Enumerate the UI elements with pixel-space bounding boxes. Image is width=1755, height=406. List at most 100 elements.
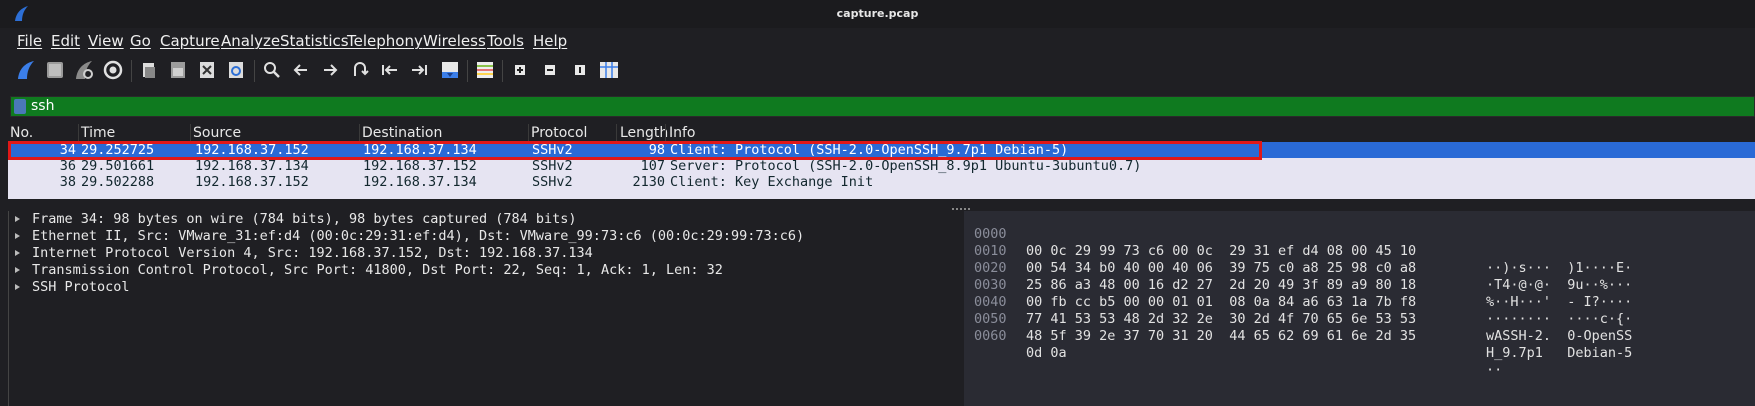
packet-protocol: SSHv2	[532, 142, 573, 158]
expand-arrow-icon[interactable]	[15, 284, 20, 290]
normal-size-icon[interactable]	[567, 57, 593, 83]
packet-info: Client: Key Exchange Init	[670, 174, 874, 190]
packet-destination: 192.168.37.134	[363, 142, 477, 158]
packet-time: 29.501661	[81, 158, 155, 174]
byte-hex[interactable]: 48 5f 39 2e 37 70 31 20 44 65 62 69 61 6…	[1026, 328, 1416, 345]
autoscroll-icon[interactable]	[437, 57, 463, 83]
menu-view[interactable]: View	[88, 32, 124, 50]
byte-row: 0030 00 fb cc b5 00 00 01 01 08 0a 84 a6…	[964, 260, 1632, 327]
zoom-in-icon[interactable]	[507, 57, 533, 83]
packet-row[interactable]: 36 29.501661 192.168.37.134 192.168.37.1…	[8, 158, 1755, 174]
menu-capture[interactable]: Capture	[160, 32, 220, 50]
stop-capture-icon[interactable]	[42, 57, 68, 83]
packet-no: 36	[59, 158, 76, 174]
byte-ascii[interactable]: ··	[1486, 362, 1502, 379]
byte-hex[interactable]: 0d 0a	[1026, 345, 1067, 362]
packet-source: 192.168.37.134	[195, 158, 309, 174]
byte-row: 0050 48 5f 39 2e 37 70 31 20 44 65 62 69…	[964, 294, 1632, 361]
pane-splitter[interactable]	[0, 199, 1755, 211]
expand-arrow-icon[interactable]	[15, 216, 20, 222]
column-no[interactable]: No.	[8, 125, 33, 142]
menu-telephony[interactable]: Telephony	[347, 32, 423, 50]
detail-item-ssh[interactable]: SSH Protocol	[9, 279, 130, 296]
packet-info: Server: Protocol (SSH-2.0-OpenSSH_8.9p1 …	[670, 158, 1142, 174]
packet-no: 34	[59, 142, 76, 158]
byte-hex[interactable]: 77 41 53 53 48 2d 32 2e 30 2d 4f 70 65 6…	[1026, 311, 1416, 328]
menu-edit[interactable]: Edit	[51, 32, 80, 50]
detail-item-ipv4[interactable]: Internet Protocol Version 4, Src: 192.16…	[9, 245, 593, 262]
menu-tools[interactable]: Tools	[487, 32, 524, 50]
zoom-out-icon[interactable]	[537, 57, 563, 83]
go-forward-icon[interactable]	[317, 57, 343, 83]
byte-hex[interactable]: 25 86 a3 48 00 16 d2 27 2d 20 49 3f 89 a…	[1026, 277, 1416, 294]
packet-time: 29.502288	[81, 174, 155, 190]
packet-length: 2130	[632, 174, 665, 190]
byte-hex[interactable]: 00 0c 29 99 73 c6 00 0c 29 31 ef d4 08 0…	[1026, 243, 1416, 260]
byte-hex[interactable]: 00 fb cc b5 00 00 01 01 08 0a 84 a6 63 1…	[1026, 294, 1416, 311]
detail-item-tcp[interactable]: Transmission Control Protocol, Src Port:…	[9, 262, 723, 279]
packet-length: 107	[640, 158, 665, 174]
packet-info: Client: Protocol (SSH-2.0-OpenSSH_9.7p1 …	[670, 142, 1069, 158]
bookmark-icon[interactable]	[14, 99, 26, 114]
byte-row: 0060 0d 0a ··	[964, 311, 1502, 378]
byte-ascii[interactable]: H_9.7p1 Debian-5	[1486, 345, 1632, 362]
packet-destination: 192.168.37.152	[363, 158, 477, 174]
packet-details-pane: Frame 34: 98 bytes on wire (784 bits), 9…	[8, 211, 963, 406]
column-time[interactable]: Time	[79, 125, 115, 142]
packet-source: 192.168.37.152	[195, 174, 309, 190]
start-capture-icon[interactable]	[13, 57, 39, 83]
find-packet-icon[interactable]	[259, 57, 285, 83]
byte-ascii[interactable]: ·T4·@·@· 9u··%···	[1486, 277, 1632, 294]
packet-list: 34 29.252725 192.168.37.152 192.168.37.1…	[8, 142, 1755, 199]
byte-row: 0010 00 54 34 b0 40 00 40 06 39 75 c0 a8…	[964, 226, 1632, 293]
column-destination[interactable]: Destination	[360, 125, 442, 142]
go-back-icon[interactable]	[288, 57, 314, 83]
open-file-icon[interactable]	[136, 57, 162, 83]
menu-file[interactable]: File	[17, 32, 42, 50]
packet-protocol: SSHv2	[532, 174, 573, 190]
packet-length: 98	[648, 142, 665, 158]
main-toolbar	[0, 54, 1755, 88]
display-filter-input[interactable]	[31, 97, 1731, 116]
column-protocol[interactable]: Protocol	[529, 125, 587, 142]
packet-protocol: SSHv2	[532, 158, 573, 174]
column-length[interactable]: Length	[618, 125, 668, 142]
packet-row[interactable]: 34 29.252725 192.168.37.152 192.168.37.1…	[8, 142, 1755, 158]
byte-ascii[interactable]: ········ ····c·{·	[1486, 311, 1632, 328]
menu-analyze[interactable]: Analyze	[221, 32, 280, 50]
resize-columns-icon[interactable]	[596, 57, 622, 83]
expand-arrow-icon[interactable]	[15, 250, 20, 256]
packet-source: 192.168.37.152	[195, 142, 309, 158]
menu-go[interactable]: Go	[130, 32, 151, 50]
capture-options-icon[interactable]	[100, 57, 126, 83]
detail-item-frame[interactable]: Frame 34: 98 bytes on wire (784 bits), 9…	[9, 211, 577, 228]
expand-arrow-icon[interactable]	[15, 267, 20, 273]
detail-item-ethernet[interactable]: Ethernet II, Src: VMware_31:ef:d4 (00:0c…	[9, 228, 804, 245]
packet-row[interactable]: 38 29.502288 192.168.37.152 192.168.37.1…	[8, 174, 1755, 190]
window-title: capture.pcap	[836, 7, 919, 20]
go-first-icon[interactable]	[377, 57, 403, 83]
colorize-icon[interactable]	[472, 57, 498, 83]
display-filter-bar	[10, 96, 1755, 117]
expand-arrow-icon[interactable]	[15, 233, 20, 239]
packet-destination: 192.168.37.134	[363, 174, 477, 190]
byte-row: 0020 25 86 a3 48 00 16 d2 27 2d 20 49 3f…	[964, 243, 1632, 310]
save-file-icon[interactable]	[165, 57, 191, 83]
byte-ascii[interactable]: wASSH-2. 0-OpenSS	[1486, 328, 1632, 345]
byte-ascii[interactable]: %··H···' - I?····	[1486, 294, 1632, 311]
menu-statistics[interactable]: Statistics	[280, 32, 349, 50]
title-bar: capture.pcap	[0, 0, 1755, 28]
packet-bytes-pane: 0000 00 0c 29 99 73 c6 00 0c 29 31 ef d4…	[964, 211, 1755, 406]
menu-help[interactable]: Help	[533, 32, 567, 50]
restart-capture-icon[interactable]	[71, 57, 97, 83]
byte-hex[interactable]: 00 54 34 b0 40 00 40 06 39 75 c0 a8 25 9…	[1026, 260, 1416, 277]
column-info[interactable]: Info	[667, 125, 696, 142]
go-last-icon[interactable]	[406, 57, 432, 83]
byte-row: 0040 77 41 53 53 48 2d 32 2e 30 2d 4f 70…	[964, 277, 1632, 344]
menu-wireless[interactable]: Wireless	[423, 32, 486, 50]
close-file-icon[interactable]	[194, 57, 220, 83]
column-source[interactable]: Source	[191, 125, 241, 142]
reload-file-icon[interactable]	[223, 57, 249, 83]
go-to-packet-icon[interactable]	[347, 57, 373, 83]
byte-ascii[interactable]: ··)·s··· )1····E·	[1486, 260, 1632, 277]
